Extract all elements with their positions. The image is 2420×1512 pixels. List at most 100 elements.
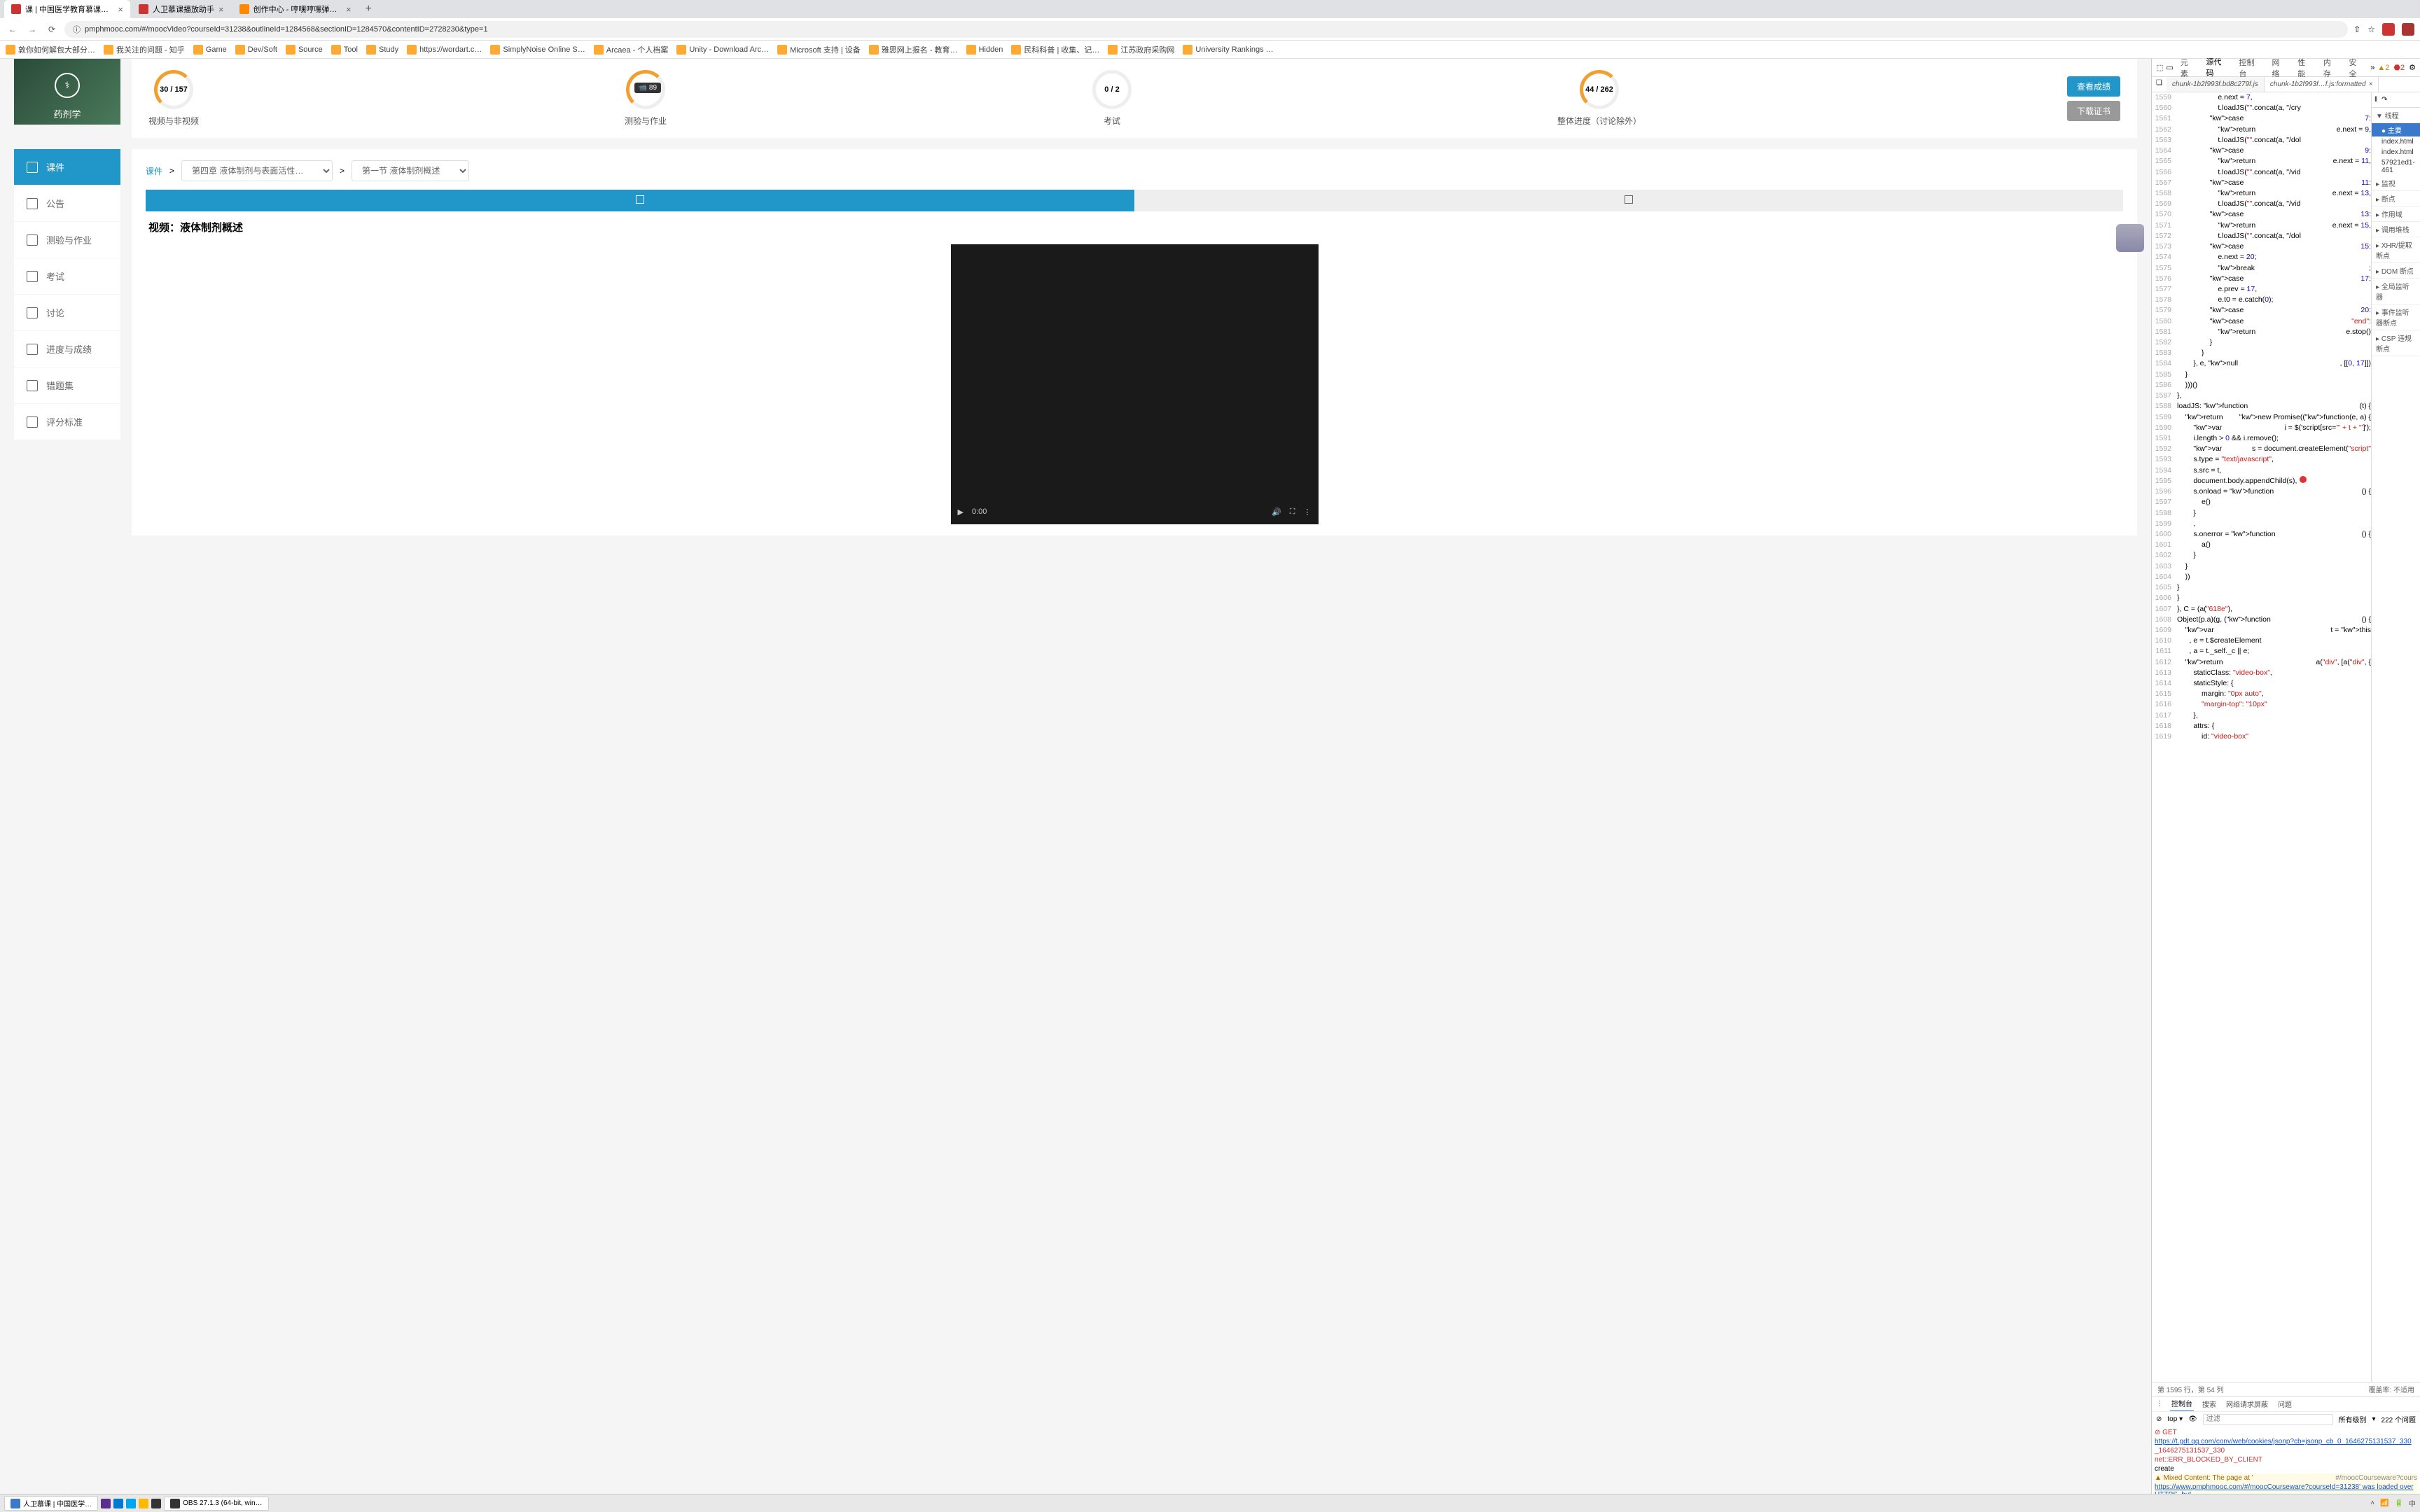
code-line[interactable]: 1563 t.loadJS("".concat(a, "/dol xyxy=(2152,135,2371,146)
bookmark-item[interactable]: 敦你如何解包大部分… xyxy=(6,44,95,55)
video-player[interactable]: ▶ 0:00 🔊 ⛶ ⋮ xyxy=(951,244,1319,524)
sidebar-item[interactable]: 测验与作业 xyxy=(14,222,120,258)
code-line[interactable]: 1600 s.onerror = "kw">function() { xyxy=(2152,529,2371,540)
line-number[interactable]: 1569 xyxy=(2152,199,2177,209)
line-number[interactable]: 1615 xyxy=(2152,689,2177,699)
code-line[interactable]: 1560 t.loadJS("".concat(a, "/cry xyxy=(2152,103,2371,113)
line-number[interactable]: 1570 xyxy=(2152,209,2177,220)
line-number[interactable]: 1600 xyxy=(2152,529,2177,540)
browser-tab-1[interactable]: 人卫慕课播放助手 × xyxy=(132,0,231,18)
code-line[interactable]: 1595 document.body.appendChild(s), xyxy=(2152,476,2371,486)
line-number[interactable]: 1614 xyxy=(2152,678,2177,689)
code-line[interactable]: 1577 e.prev = 17, xyxy=(2152,284,2371,295)
line-number[interactable]: 1578 xyxy=(2152,295,2177,305)
thread-item[interactable]: 57921ed1-461 xyxy=(2372,158,2420,176)
code-line[interactable]: 1617 }, xyxy=(2152,710,2371,721)
line-number[interactable]: 1611 xyxy=(2152,646,2177,657)
line-number[interactable]: 1592 xyxy=(2152,444,2177,454)
battery-icon[interactable]: 🔋 xyxy=(2395,1499,2403,1507)
console-message[interactable]: https://t.gdt.qq.com/conv/web/cookies/js… xyxy=(2155,1437,2417,1446)
line-number[interactable]: 1613 xyxy=(2152,668,2177,678)
code-line[interactable]: 1590 "kw">var i = $('script[src="' + t +… xyxy=(2152,423,2371,433)
line-number[interactable]: 1587 xyxy=(2152,391,2177,401)
app-icon[interactable] xyxy=(139,1499,148,1508)
line-number[interactable]: 1618 xyxy=(2152,721,2177,732)
code-line[interactable]: 1592 "kw">var s = document.createElement… xyxy=(2152,444,2371,454)
console-body[interactable]: ⊘ GEThttps://t.gdt.qq.com/conv/web/cooki… xyxy=(2152,1427,2420,1494)
line-number[interactable]: 1562 xyxy=(2152,125,2177,135)
line-number[interactable]: 1579 xyxy=(2152,305,2177,316)
line-number[interactable]: 1584 xyxy=(2152,358,2177,369)
line-number[interactable]: 1564 xyxy=(2152,146,2177,156)
code-line[interactable]: 1576 "kw">case 17: xyxy=(2152,274,2371,284)
line-number[interactable]: 1607 xyxy=(2152,604,2177,615)
code-line[interactable]: 1608Object(p.a)(g, ("kw">function() { xyxy=(2152,615,2371,625)
line-number[interactable]: 1585 xyxy=(2152,370,2177,380)
thread-item[interactable]: ● 主要 xyxy=(2372,123,2420,136)
line-number[interactable]: 1573 xyxy=(2152,241,2177,252)
line-number[interactable]: 1605 xyxy=(2152,582,2177,593)
line-number[interactable]: 1606 xyxy=(2152,593,2177,603)
line-number[interactable]: 1596 xyxy=(2152,486,2177,497)
line-number[interactable]: 1612 xyxy=(2152,657,2177,668)
line-number[interactable]: 1610 xyxy=(2152,636,2177,646)
doc-tab[interactable] xyxy=(1134,190,2123,211)
code-line[interactable]: 1588loadJS: "kw">function(t) { xyxy=(2152,401,2371,412)
line-number[interactable]: 1588 xyxy=(2152,401,2177,412)
line-number[interactable]: 1581 xyxy=(2152,327,2177,337)
more-icon[interactable]: ⋮ xyxy=(1304,507,1312,517)
line-number[interactable]: 1601 xyxy=(2152,540,2177,550)
close-icon[interactable]: × xyxy=(218,4,224,15)
console-tab[interactable]: 控制台 xyxy=(2170,1396,2194,1412)
bookmark-item[interactable]: Source xyxy=(286,45,323,55)
sidebar-item[interactable]: 错题集 xyxy=(14,368,120,403)
bookmark-item[interactable]: Game xyxy=(193,45,227,55)
issue-count[interactable]: 222 个问题 xyxy=(2381,1414,2416,1424)
inspect-icon[interactable]: ⬚ xyxy=(2156,63,2163,72)
code-line[interactable]: 1602 } xyxy=(2152,550,2371,561)
app-icon[interactable] xyxy=(126,1499,136,1508)
code-line[interactable]: 1601 a() xyxy=(2152,540,2371,550)
console-message[interactable]: ⊘ GET xyxy=(2155,1428,2417,1437)
code-line[interactable]: 1565 "kw">return e.next = 11, xyxy=(2152,156,2371,167)
console-message[interactable]: #/moocCourseware?cours▲ Mixed Content: T… xyxy=(2155,1474,2417,1483)
code-line[interactable]: 1585 } xyxy=(2152,370,2371,380)
settings-icon[interactable]: ⚙ xyxy=(2409,63,2416,72)
line-number[interactable]: 1608 xyxy=(2152,615,2177,625)
code-line[interactable]: 1581 "kw">return e.stop() xyxy=(2152,327,2371,337)
new-tab-button[interactable]: + xyxy=(360,0,377,18)
line-number[interactable]: 1566 xyxy=(2152,167,2177,178)
console-message[interactable]: _1646275131537_330 xyxy=(2155,1446,2417,1455)
line-number[interactable]: 1574 xyxy=(2152,252,2177,262)
reload-button[interactable]: ⟳ xyxy=(45,22,59,36)
breakpoints-section[interactable]: ▸ 断点 xyxy=(2372,191,2420,206)
console-message[interactable]: https://www.pmphmooc.com/#/moocCoursewar… xyxy=(2155,1483,2417,1494)
code-line[interactable]: 1572 t.loadJS("".concat(a, "/dol xyxy=(2152,231,2371,241)
play-button[interactable]: ▶ xyxy=(958,507,964,517)
xhr-section[interactable]: ▸ XHR/提取断点 xyxy=(2372,237,2420,263)
issues-tab[interactable]: 问题 xyxy=(2276,1396,2293,1411)
code-line[interactable]: 1619 id: "video-box" xyxy=(2152,732,2371,742)
browser-tab-0[interactable]: 课 | 中国医学教育慕课联盟… × xyxy=(4,0,130,18)
fullscreen-icon[interactable]: ⛶ xyxy=(1290,507,1295,517)
taskbar-item[interactable]: OBS 27.1.3 (64-bit, win… xyxy=(164,1497,268,1511)
bookmark-item[interactable]: SimplyNoise Online S… xyxy=(490,45,585,55)
line-number[interactable]: 1583 xyxy=(2152,348,2177,358)
device-icon[interactable]: ▭ xyxy=(2166,63,2173,72)
scope-section[interactable]: ▸ 作用域 xyxy=(2372,206,2420,222)
app-icon[interactable] xyxy=(113,1499,123,1508)
code-line[interactable]: 1607}, C = (a("618e"), xyxy=(2152,604,2371,615)
url-input[interactable]: ⓘ pmphmooc.com/#/moocVideo?courseId=3123… xyxy=(64,21,2348,38)
breadcrumb-root[interactable]: 课件 xyxy=(146,165,162,177)
code-line[interactable]: 1580 "kw">case "end": xyxy=(2152,316,2371,327)
section-select[interactable]: 第一节 液体制剂概述 xyxy=(352,160,469,181)
sidebar-item[interactable]: 进度与成绩 xyxy=(14,331,120,367)
line-number[interactable]: 1609 xyxy=(2152,625,2177,636)
line-number[interactable]: 1563 xyxy=(2152,135,2177,146)
code-line[interactable]: 1583 } xyxy=(2152,348,2371,358)
code-line[interactable]: 1571 "kw">return e.next = 15, xyxy=(2152,220,2371,231)
code-line[interactable]: 1618 attrs: { xyxy=(2152,721,2371,732)
code-line[interactable]: 1610 , e = t.$createElement xyxy=(2152,636,2371,646)
code-line[interactable]: 1562 "kw">return e.next = 9, xyxy=(2152,125,2371,135)
code-line[interactable]: 1599 , xyxy=(2152,519,2371,529)
